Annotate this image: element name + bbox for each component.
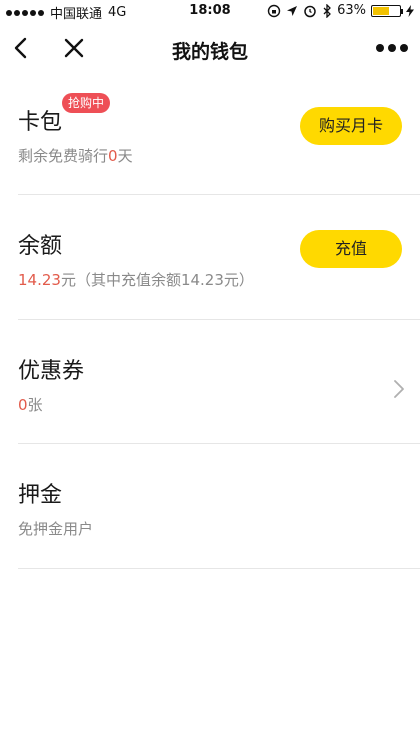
free-ride-prefix: 剩余免费骑行 (18, 147, 109, 165)
coupon-title: 优惠券 (18, 359, 85, 384)
status-bar: 中国联通 4G 18:08 63% (0, 0, 420, 24)
rotation-lock-icon (267, 4, 281, 17)
buy-monthly-card-button[interactable]: 购买月卡 (300, 107, 402, 145)
charging-bolt-icon (406, 4, 414, 17)
more-options-icon[interactable] (376, 38, 408, 58)
bluetooth-icon (323, 3, 332, 18)
battery-level-fill (373, 6, 390, 15)
card-package-title: 卡包 (18, 110, 63, 135)
flash-sale-badge: 抢购中 (62, 93, 111, 113)
coupon-count: 0 (18, 396, 28, 414)
back-arrow-icon[interactable] (10, 36, 34, 60)
balance-amount: 14.23 (18, 271, 61, 289)
deposit-status: 免押金用户 (18, 520, 94, 538)
deposit-title: 押金 (18, 483, 63, 508)
status-icons: 63% (267, 3, 414, 18)
location-arrow-icon (287, 5, 298, 16)
navigation-bar: 我的钱包 (0, 24, 420, 72)
close-icon[interactable] (62, 36, 86, 60)
recharge-button[interactable]: 充值 (300, 230, 402, 268)
coupon-count-line: 0张 (18, 394, 43, 415)
chevron-right-icon[interactable] (392, 378, 406, 400)
battery-icon (371, 4, 403, 17)
free-ride-suffix: 天 (117, 147, 133, 165)
balance-title: 余额 (18, 234, 63, 259)
coupon-unit: 张 (27, 396, 43, 414)
balance-detail: 元（其中充值余额14.23元） (60, 271, 254, 289)
free-ride-days: 剩余免费骑行0天 (18, 145, 133, 166)
free-ride-value: 0 (108, 147, 118, 165)
balance-amount-line: 14.23元（其中充值余额14.23元） (18, 269, 254, 290)
battery-percent: 63% (337, 3, 366, 18)
deposit-section[interactable] (18, 444, 420, 569)
alarm-icon (304, 5, 316, 17)
